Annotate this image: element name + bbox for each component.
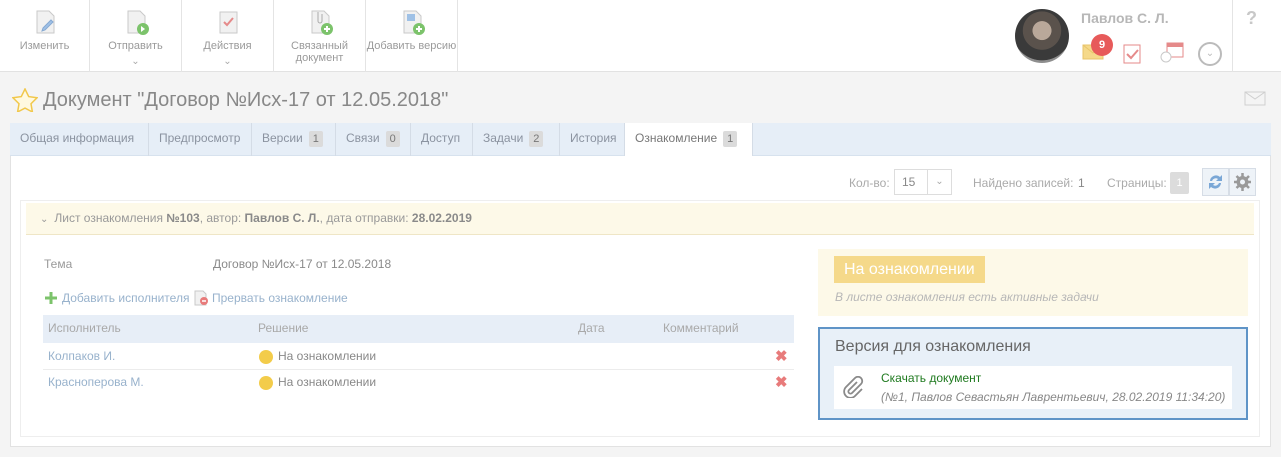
list-author: Павлов С. Л. [244,211,320,225]
help-icon[interactable]: ? [1246,8,1257,29]
plus-icon [45,292,57,304]
version-meta: (№1, Павлов Севастьян Лаврентьевич, 28.0… [881,390,1226,404]
add-executor-link[interactable]: Добавить исполнителя [62,291,189,305]
avatar[interactable] [1015,9,1069,63]
status-note: В листе ознакомления есть активные задач… [835,290,1099,304]
tab-label: Версии [262,131,303,145]
decision-value: На ознакомлении [278,375,377,389]
chevron-down-icon[interactable]: ⌄ [1198,42,1222,66]
refresh-button[interactable] [1202,168,1229,196]
count-value: 15 [902,175,916,189]
status-badge: На ознакомлении [834,256,985,283]
tab-preview[interactable]: Предпросмотр [149,123,252,156]
author-label: , автор: [199,211,242,225]
tab-label: Связи [346,131,380,145]
list-date: 28.02.2019 [411,211,472,225]
envelope-icon[interactable] [1244,91,1266,106]
divider [1232,0,1233,72]
actions-button[interactable]: Действия ⌄ [182,0,274,72]
tab-label: Доступ [421,131,461,145]
chevron-down-icon: ⌄ [223,56,232,67]
mail-count-badge: 9 [1091,34,1113,56]
tab-access[interactable]: Доступ [411,123,473,156]
gear-icon [1234,173,1251,191]
tab-tasks[interactable]: Задачи 2 [473,123,560,156]
send-button[interactable]: Отправить ⌄ [90,0,182,72]
add-version-label: Добавить версию [366,40,457,52]
list-prefix: Лист ознакомления [54,211,163,225]
close-icon[interactable]: ✖ [775,373,788,391]
acquaintance-list-header[interactable]: ⌄ Лист ознакомления №103, автор: Павлов С… [26,203,1254,235]
stop-acquaintance-link[interactable]: Прервать ознакомление [212,291,348,305]
decision-value: На ознакомлении [278,349,377,363]
executor-link[interactable]: Красноперова М. [48,375,144,389]
chevron-down-icon: ⌄ [40,214,49,225]
tab-count-badge: 1 [723,131,738,147]
column-header[interactable]: Дата [578,321,605,335]
actions-checklist-icon [219,11,237,34]
edit-button[interactable]: Изменить [0,0,90,72]
chevron-down-icon: ⌄ [131,56,140,67]
close-icon[interactable]: ✖ [775,347,788,365]
tab-count-badge: 0 [385,131,400,147]
toolbar: Изменить Отправить ⌄ Действия ⌄ Связанны… [0,0,1281,72]
linked-document-button[interactable]: Связанный документ [274,0,366,72]
tab-label: Предпросмотр [159,131,241,145]
count-select[interactable]: 15 ⌄ [894,169,952,195]
divider [43,369,794,370]
tab-bar: Общая информация Предпросмотр Версии 1 Св… [10,123,1271,157]
list-number: №103 [166,211,200,225]
linked-document-icon [311,10,333,35]
star-icon[interactable] [12,88,38,112]
tab-general[interactable]: Общая информация [10,123,149,156]
calendar-icon[interactable] [1159,41,1185,65]
page-button[interactable]: 1 [1170,172,1189,194]
tab-acquaintance[interactable]: Ознакомление 1 [625,123,753,157]
found-label: Найдено записей: [973,176,1074,190]
edit-document-icon [36,10,54,34]
user-name[interactable]: Павлов С. Л. [1081,10,1169,26]
send-label: Отправить [108,40,163,52]
column-header[interactable]: Решение [258,321,308,335]
add-version-button[interactable]: Добавить версию [366,0,458,72]
tab-versions[interactable]: Версии 1 [252,123,336,156]
refresh-icon [1209,175,1222,189]
download-document-link[interactable]: Скачать документ [881,371,981,385]
send-document-icon [127,10,149,35]
topic-value: Договор №Исх-17 от 12.05.2018 [213,257,392,271]
tab-label: Общая информация [20,131,135,145]
settings-button[interactable] [1229,168,1256,196]
tab-label: Ознакомление [635,131,718,145]
pages-label: Страницы: [1107,176,1167,190]
paperclip-icon [843,376,864,398]
add-version-icon [403,10,425,35]
column-header[interactable]: Комментарий [663,321,739,335]
tab-history[interactable]: История [560,123,625,156]
executor-link[interactable]: Колпаков И. [48,349,115,363]
linked-document-label: Связанный документ [291,40,348,64]
tab-count-badge: 2 [529,131,544,147]
topic-label: Тема [44,257,73,271]
pending-status-icon [259,350,273,364]
tab-label: История [570,131,617,145]
tab-label: Задачи [483,131,524,145]
found-value: 1 [1078,176,1085,190]
pending-status-icon [259,376,273,390]
actions-label: Действия [203,40,252,52]
tasks-icon[interactable] [1122,42,1142,64]
chevron-down-icon: ⌄ [927,170,951,194]
column-header[interactable]: Исполнитель [48,321,121,335]
version-title: Версия для ознакомления [835,338,1031,355]
edit-label: Изменить [19,40,70,52]
tab-count-badge: 1 [308,131,323,147]
stop-acquaintance-icon [194,290,208,306]
date-label: , дата отправки: [319,211,409,225]
count-label: Кол-во: [849,176,890,190]
tab-links[interactable]: Связи 0 [336,123,411,156]
page-title: Документ "Договор №Исх-17 от 12.05.2018" [43,89,449,111]
